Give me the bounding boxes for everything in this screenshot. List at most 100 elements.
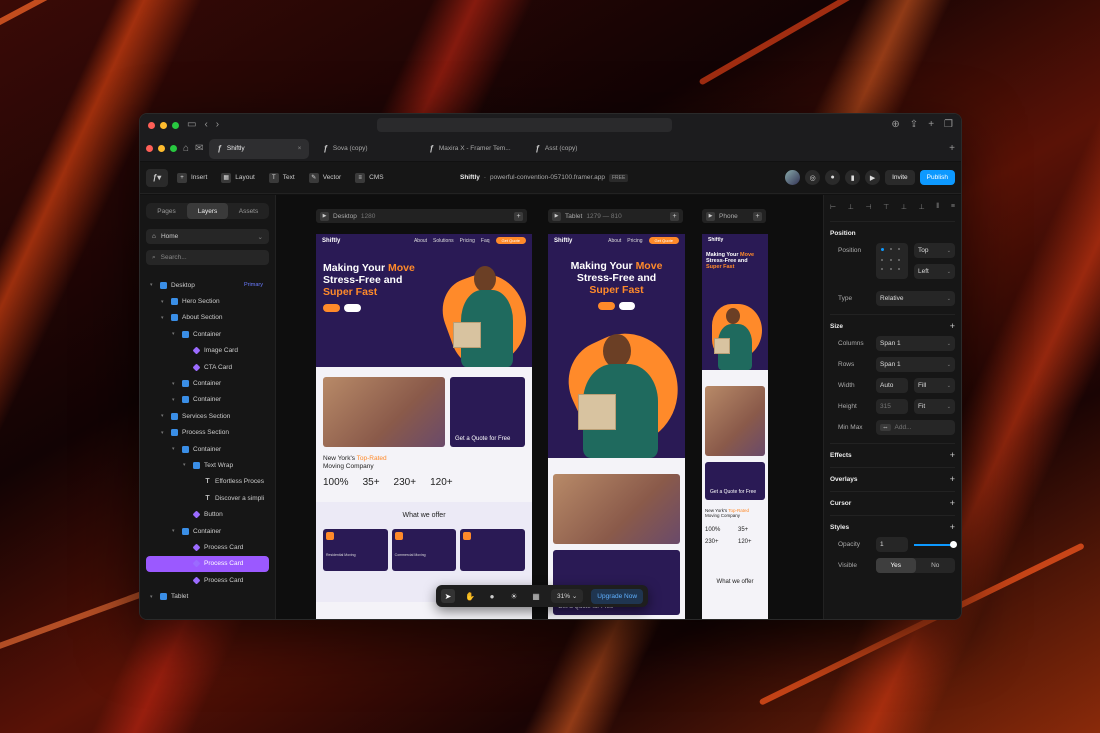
opacity-input[interactable]: 1	[876, 537, 908, 552]
layer-item[interactable]: ▾ About Section	[146, 310, 269, 326]
chevron-down-icon[interactable]: ▾	[150, 282, 156, 288]
grid-icon[interactable]: ▦	[529, 589, 543, 603]
page-select[interactable]: ⌂ Home ⌄	[146, 229, 269, 244]
layer-item[interactable]: ▾ Process Section	[146, 425, 269, 441]
maximize-dot[interactable]	[172, 121, 179, 129]
align-top-icon[interactable]: ⊤	[883, 203, 889, 211]
layer-item[interactable]: T Effortless Proces	[146, 474, 269, 490]
height-mode-select[interactable]: Fit ⌄	[914, 399, 955, 414]
vertical-anchor-select[interactable]: Top ⌄	[914, 243, 955, 258]
preview-icon[interactable]: ▶	[320, 211, 329, 221]
tab-shiftly[interactable]: ƒ Shiftly ×	[209, 138, 310, 159]
chevron-down-icon[interactable]: ▾	[150, 594, 156, 600]
width-input[interactable]: Auto	[876, 378, 908, 393]
add-breakpoint-icon[interactable]: +	[670, 211, 679, 221]
sidebar-icon[interactable]: ▭	[187, 120, 196, 130]
add-breakpoint-icon[interactable]: +	[514, 211, 523, 221]
desktop-frame[interactable]: Shiftly About Solutions Pricing Faq Get …	[316, 234, 532, 619]
layer-item[interactable]: T Discover a simpli	[146, 490, 269, 506]
chevron-down-icon[interactable]: ▾	[172, 381, 178, 387]
chevron-down-icon[interactable]: ▾	[161, 299, 167, 305]
inbox-icon[interactable]: ✉	[195, 143, 203, 154]
align-middle-icon[interactable]: ⊥	[901, 203, 907, 211]
analytics-icon[interactable]: ▮	[845, 170, 861, 185]
height-input[interactable]: 315	[876, 399, 908, 414]
chevron-down-icon[interactable]: ▾	[161, 430, 167, 436]
layer-item[interactable]: ▾ Tablet	[146, 588, 269, 604]
add-icon[interactable]: +	[950, 499, 955, 508]
align-left-icon[interactable]: ⊢	[830, 203, 836, 211]
text-button[interactable]: T Text	[264, 169, 300, 187]
chevron-down-icon[interactable]: ▾	[183, 462, 189, 468]
add-icon[interactable]: +	[950, 475, 955, 484]
effects-section[interactable]: Effects +	[830, 444, 955, 468]
canvas[interactable]: ▶ Desktop 1280 + ▶ Tablet 1279 — 810 + ▶…	[276, 195, 823, 619]
chevron-down-icon[interactable]: ▾	[172, 331, 178, 337]
cursor-icon[interactable]: ➤	[441, 589, 455, 603]
layer-item[interactable]: ▾ Container	[146, 523, 269, 539]
publish-button[interactable]: Publish	[919, 170, 955, 185]
close-tab-icon[interactable]: ×	[298, 145, 302, 152]
close-dot[interactable]	[146, 145, 153, 152]
chevron-down-icon[interactable]: ▾	[161, 315, 167, 321]
vector-button[interactable]: ✎ Vector	[304, 169, 346, 187]
project-title[interactable]: Shiftly · powerful-convention-057100.fra…	[460, 173, 629, 182]
tab-asst[interactable]: ƒ Asst (copy)	[527, 139, 627, 159]
new-tab-icon[interactable]: +	[928, 120, 934, 130]
tab-assets[interactable]: Assets	[228, 203, 269, 219]
address-bar[interactable]	[377, 118, 673, 132]
layer-item[interactable]: Process Card	[146, 539, 269, 555]
zoom-select[interactable]: 31% ⌄	[551, 589, 584, 603]
chevron-down-icon[interactable]: ▾	[161, 413, 167, 419]
layer-item[interactable]: CTA Card	[146, 359, 269, 375]
hand-icon[interactable]: ✋	[463, 589, 477, 603]
chevron-down-icon[interactable]: ▾	[172, 446, 178, 452]
position-picker[interactable]	[876, 243, 908, 279]
rows-select[interactable]: Span 1 ⌄	[876, 357, 955, 372]
layer-item[interactable]: Process Card	[146, 555, 269, 573]
layer-item[interactable]: ▾ Desktop Primary	[146, 277, 269, 293]
comment-icon[interactable]: ●	[485, 589, 499, 603]
tab-sova[interactable]: ƒ Sova (copy)	[315, 139, 415, 159]
tab-layers[interactable]: Layers	[187, 203, 228, 219]
layer-item[interactable]: ▾ Container	[146, 375, 269, 391]
layer-item[interactable]: ▾ Text Wrap	[146, 457, 269, 473]
share-icon[interactable]: ⇪	[910, 120, 918, 130]
theme-icon[interactable]: ☀	[507, 589, 521, 603]
upgrade-button[interactable]: Upgrade Now	[591, 588, 644, 604]
globe-icon[interactable]: ◎	[805, 170, 821, 185]
width-mode-select[interactable]: Fill ⌄	[914, 378, 955, 393]
tab-maxira[interactable]: ƒ Maxira X - Framer Tem...	[421, 139, 521, 159]
add-icon[interactable]: +	[950, 523, 955, 532]
cursor-section[interactable]: Cursor +	[830, 492, 955, 516]
add-icon[interactable]: +	[950, 322, 955, 331]
layer-item[interactable]: ▾ Container	[146, 392, 269, 408]
layer-item[interactable]: Image Card	[146, 343, 269, 359]
minmax-field[interactable]: ⇔ Add...	[876, 420, 955, 435]
visible-yes[interactable]: Yes	[876, 558, 916, 573]
preview-icon[interactable]: ▶	[552, 211, 561, 221]
layer-item[interactable]: ▾ Container	[146, 441, 269, 457]
layout-button[interactable]: ▦ Layout	[216, 169, 260, 187]
align-bottom-icon[interactable]: ⊥	[919, 203, 925, 211]
back-icon[interactable]: ‹	[204, 120, 207, 130]
add-tab-icon[interactable]: +	[949, 143, 955, 154]
insert-button[interactable]: + Insert	[172, 169, 212, 187]
opacity-slider[interactable]	[914, 540, 957, 548]
minimize-dot[interactable]	[158, 145, 165, 152]
download-icon[interactable]: ⊕	[891, 120, 899, 130]
framer-menu-button[interactable]: ƒ▾	[146, 168, 168, 187]
add-icon[interactable]: +	[950, 451, 955, 460]
invite-button[interactable]: Invite	[885, 170, 915, 185]
layer-item[interactable]: ▾ Container	[146, 326, 269, 342]
position-type-select[interactable]: Relative ⌄	[876, 291, 955, 306]
record-icon[interactable]: ●	[825, 170, 841, 185]
phone-frame[interactable]: Shiftly Making Your Move Stress-Free and…	[702, 234, 768, 619]
visible-toggle[interactable]: Yes No	[876, 558, 955, 573]
frame-header-tablet[interactable]: ▶ Tablet 1279 — 810 +	[548, 209, 683, 223]
align-center-icon[interactable]: ⊥	[848, 203, 854, 211]
chevron-down-icon[interactable]: ▾	[172, 528, 178, 534]
layer-item[interactable]: Process Card	[146, 572, 269, 588]
tab-pages[interactable]: Pages	[146, 203, 187, 219]
close-dot[interactable]	[148, 121, 155, 129]
